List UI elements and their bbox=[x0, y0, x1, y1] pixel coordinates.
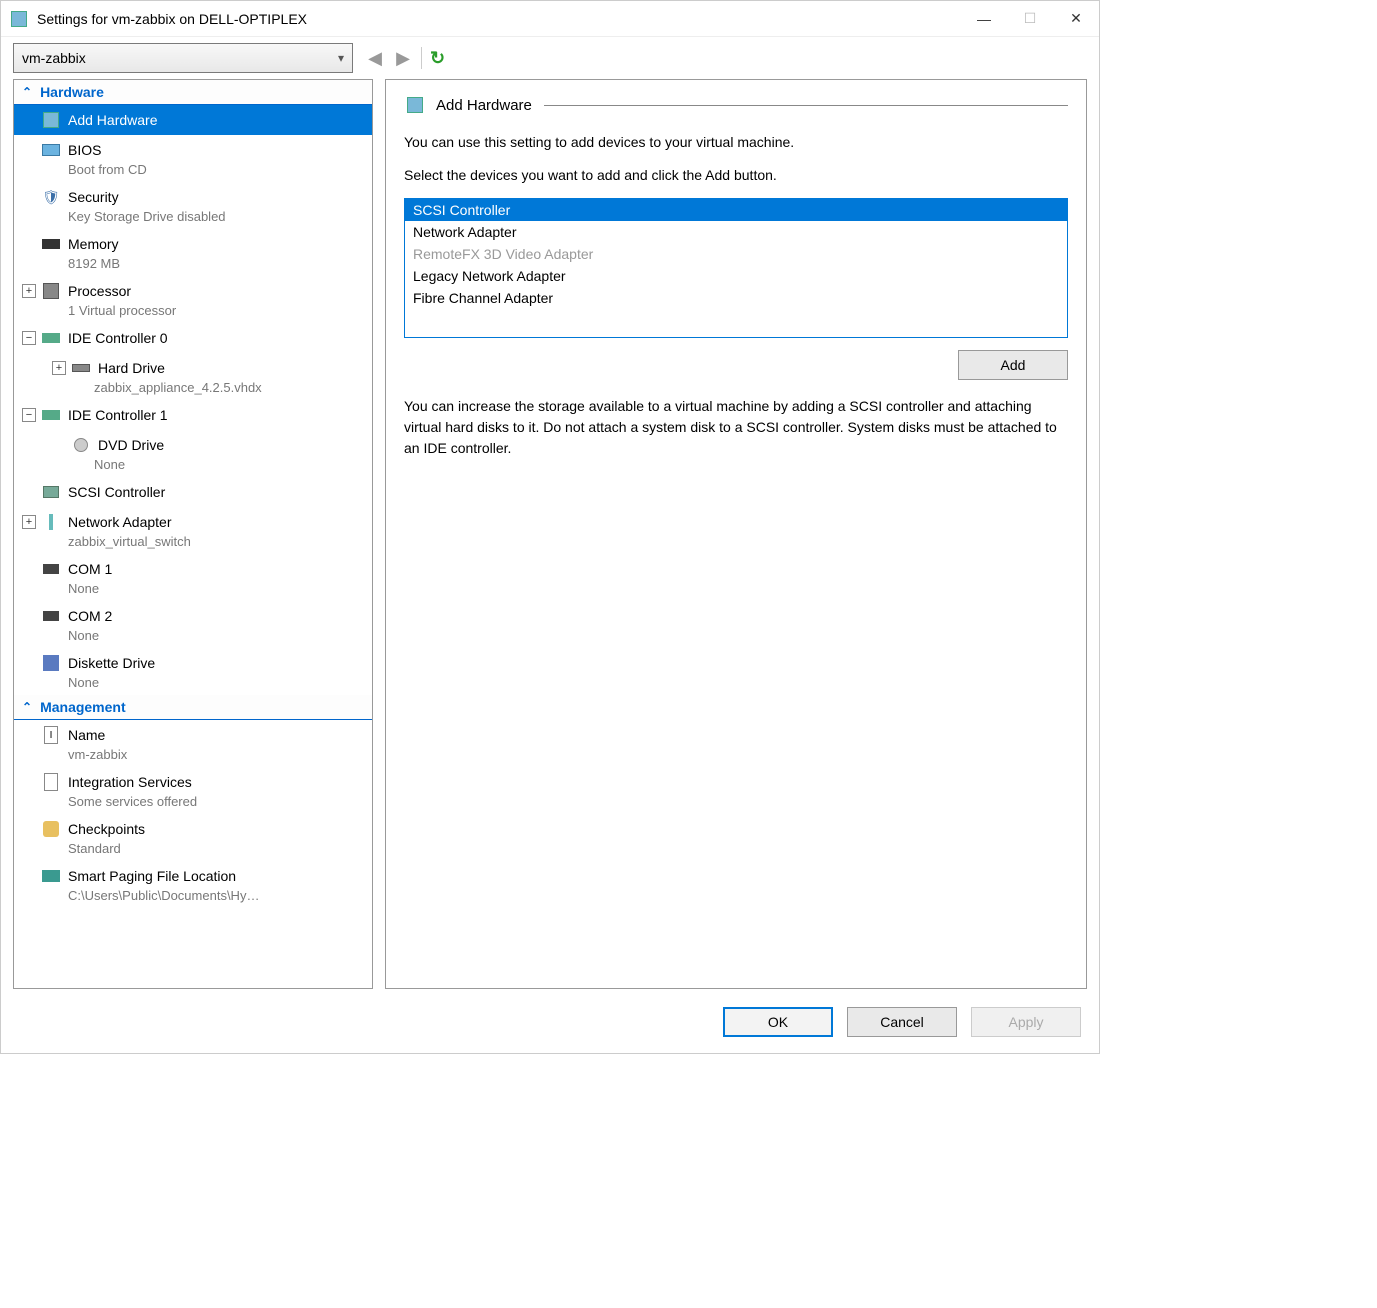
diskette-icon bbox=[40, 653, 62, 673]
device-listbox[interactable]: SCSI Controller Network Adapter RemoteFX… bbox=[404, 198, 1068, 338]
toolbar: vm-zabbix ▾ ◀ ▶ ↻ bbox=[1, 37, 1099, 79]
add-button[interactable]: Add bbox=[958, 350, 1068, 380]
sidebar-item-ide0[interactable]: − IDE Controller 0 bbox=[14, 323, 372, 353]
device-option-remotefx[interactable]: RemoteFX 3D Video Adapter bbox=[405, 243, 1067, 265]
refresh-button[interactable]: ↻ bbox=[430, 48, 445, 69]
close-button[interactable]: ✕ bbox=[1053, 1, 1099, 37]
sidebar-item-security[interactable]: 🛡 Security Key Storage Drive disabled bbox=[14, 182, 372, 229]
sidebar-item-name[interactable]: I Name vm-zabbix bbox=[14, 720, 372, 767]
vm-selector-dropdown[interactable]: vm-zabbix ▾ bbox=[13, 43, 353, 73]
titlebar: Settings for vm-zabbix on DELL-OPTIPLEX … bbox=[1, 1, 1099, 37]
section-hardware[interactable]: ⌃ Hardware bbox=[14, 80, 372, 105]
network-icon bbox=[40, 512, 62, 532]
memory-icon bbox=[40, 234, 62, 254]
sidebar-item-dvd[interactable]: DVD Drive None bbox=[14, 430, 372, 477]
com-port-icon bbox=[40, 606, 62, 626]
panel-title: Add Hardware bbox=[436, 97, 532, 114]
sidebar-item-memory[interactable]: Memory 8192 MB bbox=[14, 229, 372, 276]
sidebar-item-scsi[interactable]: SCSI Controller bbox=[14, 477, 372, 507]
chip-icon bbox=[40, 281, 62, 301]
sidebar-item-com2[interactable]: COM 2 None bbox=[14, 601, 372, 648]
expand-icon[interactable]: + bbox=[22, 284, 36, 298]
vm-selector-value: vm-zabbix bbox=[22, 50, 86, 66]
ok-button[interactable]: OK bbox=[723, 1007, 833, 1037]
device-option-network[interactable]: Network Adapter bbox=[405, 221, 1067, 243]
sidebar-item-checkpoints[interactable]: Checkpoints Standard bbox=[14, 814, 372, 861]
controller-icon bbox=[40, 405, 62, 425]
window-title: Settings for vm-zabbix on DELL-OPTIPLEX bbox=[37, 11, 961, 27]
panel-help-text: You can increase the storage available t… bbox=[404, 396, 1068, 459]
sidebar-item-bios[interactable]: BIOS Boot from CD bbox=[14, 135, 372, 182]
sidebar-item-network[interactable]: + Network Adapter zabbix_virtual_switch bbox=[14, 507, 372, 554]
section-management[interactable]: ⌃ Management bbox=[14, 695, 372, 720]
divider bbox=[421, 47, 422, 69]
apply-button[interactable]: Apply bbox=[971, 1007, 1081, 1037]
device-option-fibre[interactable]: Fibre Channel Adapter bbox=[405, 287, 1067, 309]
panel-header: Add Hardware bbox=[404, 94, 1068, 116]
expand-icon[interactable]: + bbox=[52, 361, 66, 375]
chevron-down-icon: ▾ bbox=[338, 51, 344, 65]
main-panel: Add Hardware You can use this setting to… bbox=[385, 79, 1087, 989]
nav-forward-button[interactable]: ▶ bbox=[393, 48, 413, 69]
collapse-icon: ⌃ bbox=[22, 700, 32, 714]
device-option-legacy-network[interactable]: Legacy Network Adapter bbox=[405, 265, 1067, 287]
scsi-icon bbox=[40, 482, 62, 502]
integration-icon bbox=[40, 772, 62, 792]
add-hardware-icon bbox=[40, 110, 62, 130]
divider-line bbox=[544, 105, 1068, 106]
shield-icon: 🛡 bbox=[40, 187, 62, 207]
expand-icon[interactable]: + bbox=[22, 515, 36, 529]
collapse-icon[interactable]: − bbox=[22, 331, 36, 345]
sidebar-item-com1[interactable]: COM 1 None bbox=[14, 554, 372, 601]
sidebar-item-ide1[interactable]: − IDE Controller 1 bbox=[14, 400, 372, 430]
nav-back-button[interactable]: ◀ bbox=[365, 48, 385, 69]
panel-description-1: You can use this setting to add devices … bbox=[404, 132, 1068, 153]
sidebar: ⌃ Hardware Add Hardware BIOS bbox=[13, 79, 373, 989]
app-icon bbox=[9, 9, 29, 29]
sidebar-item-diskette[interactable]: Diskette Drive None bbox=[14, 648, 372, 695]
dialog-footer: OK Cancel Apply bbox=[1, 995, 1099, 1053]
hard-drive-icon bbox=[70, 358, 92, 378]
collapse-icon: ⌃ bbox=[22, 85, 32, 99]
sidebar-item-hard-drive[interactable]: + Hard Drive zabbix_appliance_4.2.5.vhdx bbox=[14, 353, 372, 400]
collapse-icon[interactable]: − bbox=[22, 408, 36, 422]
nav-arrows: ◀ ▶ ↻ bbox=[365, 47, 445, 69]
panel-description-2: Select the devices you want to add and c… bbox=[404, 165, 1068, 186]
cancel-button[interactable]: Cancel bbox=[847, 1007, 957, 1037]
sidebar-item-smart-paging[interactable]: Smart Paging File Location C:\Users\Publ… bbox=[14, 861, 372, 908]
name-icon: I bbox=[40, 725, 62, 745]
add-hardware-icon bbox=[404, 94, 426, 116]
sidebar-item-add-hardware[interactable]: Add Hardware bbox=[14, 105, 372, 135]
controller-icon bbox=[40, 328, 62, 348]
settings-window: Settings for vm-zabbix on DELL-OPTIPLEX … bbox=[0, 0, 1100, 1054]
window-controls: ― ☐ ✕ bbox=[961, 1, 1099, 37]
sidebar-item-integration[interactable]: Integration Services Some services offer… bbox=[14, 767, 372, 814]
monitor-icon bbox=[40, 140, 62, 160]
maximize-button[interactable]: ☐ bbox=[1007, 1, 1053, 37]
smart-paging-icon bbox=[40, 866, 62, 886]
device-option-scsi[interactable]: SCSI Controller bbox=[405, 199, 1067, 221]
com-port-icon bbox=[40, 559, 62, 579]
minimize-button[interactable]: ― bbox=[961, 1, 1007, 37]
content-area: ⌃ Hardware Add Hardware BIOS bbox=[1, 79, 1099, 995]
dvd-icon bbox=[70, 435, 92, 455]
checkpoint-icon bbox=[40, 819, 62, 839]
sidebar-item-processor[interactable]: + Processor 1 Virtual processor bbox=[14, 276, 372, 323]
